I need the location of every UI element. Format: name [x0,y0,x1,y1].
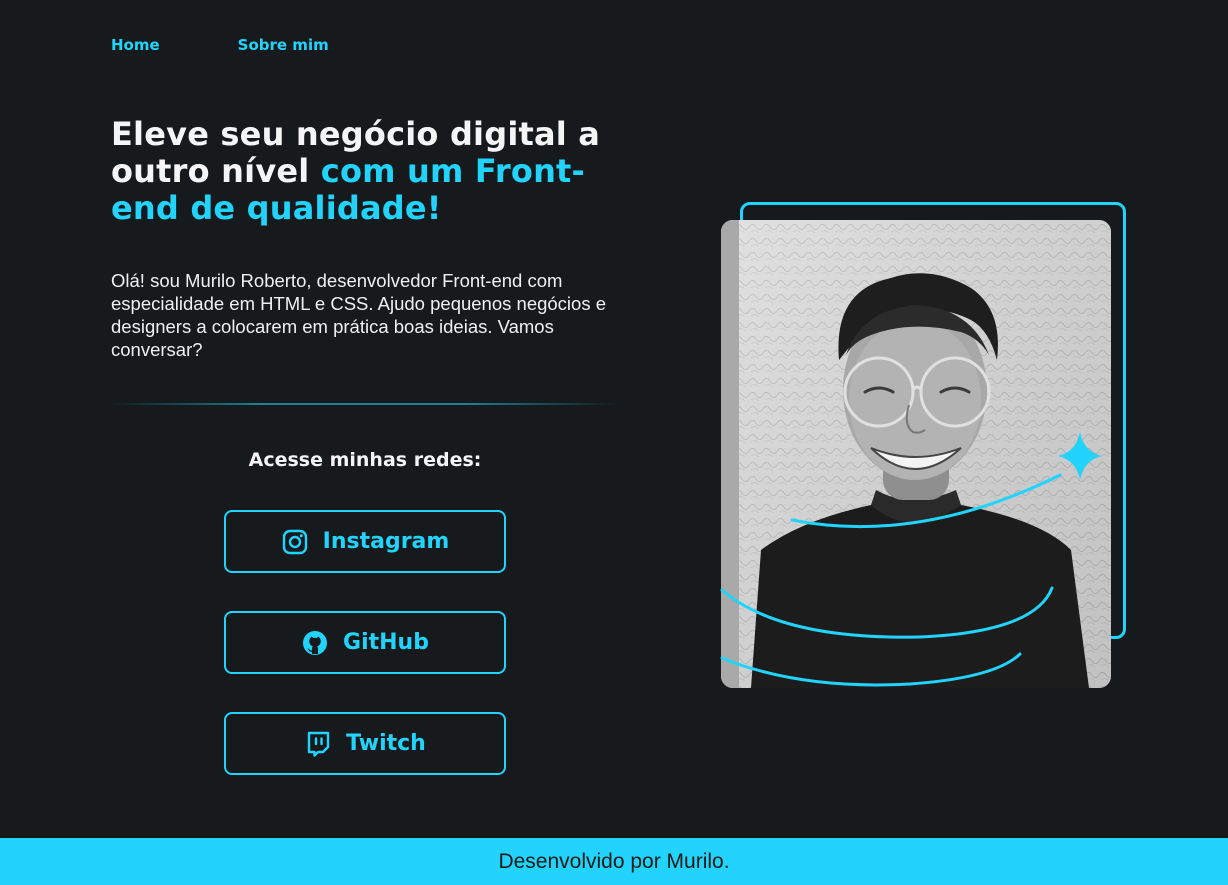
github-button[interactable]: GitHub [224,611,506,674]
twitch-label: Twitch [346,731,426,756]
profile-photo [721,220,1111,688]
footer-text: Desenvolvido por Murilo. [498,849,730,873]
instagram-label: Instagram [322,529,450,554]
twitch-icon [304,730,332,758]
github-icon [301,629,329,657]
intro-paragraph: Olá! sou Murilo Roberto, desenvolvedor F… [111,270,607,360]
section-divider [111,403,616,405]
github-label: GitHub [343,630,429,655]
hero-headline: Eleve seu negócio digital a outro nível … [111,116,651,227]
nav-about-link[interactable]: Sobre mim [238,36,329,54]
social-title: Acesse minhas redes: [248,449,482,471]
instagram-icon [281,528,309,556]
twitch-button[interactable]: Twitch [224,712,506,775]
top-nav: Home Sobre mim [111,36,329,54]
footer: Desenvolvido por Murilo. [0,838,1228,885]
instagram-button[interactable]: Instagram [224,510,506,573]
nav-home-link[interactable]: Home [111,36,160,54]
